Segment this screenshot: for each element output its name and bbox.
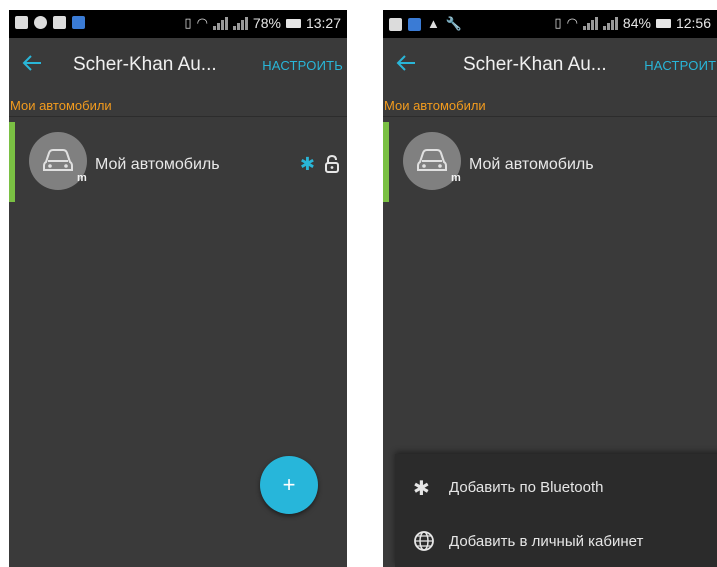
car-avatar: m (29, 132, 87, 190)
signal-icon (212, 16, 228, 30)
battery-icon (285, 18, 301, 28)
battery-level: 78% (252, 15, 281, 31)
car-name: Мой автомобиль (95, 156, 220, 173)
add-car-sheet: ✱ Добавить по Bluetooth Добавить в личны… (395, 454, 717, 567)
active-indicator (9, 122, 15, 202)
unlock-icon (323, 154, 341, 179)
clock: 12:56 (675, 15, 711, 31)
app-icon (408, 17, 421, 31)
image-icon (53, 16, 66, 29)
car-list-item[interactable]: m Мой автомобиль (383, 122, 717, 202)
bluetooth-icon: ✱ (299, 154, 315, 174)
clock: 13:27 (305, 15, 341, 31)
app-title: Scher-Khan Au... (463, 54, 607, 75)
app-notification-icon (15, 16, 28, 29)
add-to-account-option[interactable]: Добавить в личный кабинет (395, 518, 717, 566)
vibrate-icon: ▯ (184, 15, 192, 30)
app-bar: Scher-Khan Au... НАСТРОИТЬ (383, 38, 717, 94)
add-by-bluetooth-option[interactable]: ✱ Добавить по Bluetooth (395, 464, 717, 512)
signal-icon (232, 16, 248, 30)
add-car-button[interactable]: + (260, 456, 318, 514)
avatar-badge: m (77, 172, 87, 184)
app-title: Scher-Khan Au... (73, 54, 217, 75)
globe-icon (413, 530, 435, 558)
section-header: Мои автомобили (9, 96, 347, 117)
sync-icon (34, 16, 47, 29)
car-name: Мой автомобиль (469, 156, 594, 173)
back-arrow-icon[interactable] (21, 52, 49, 80)
image-icon (389, 17, 402, 31)
battery-level: 84% (622, 15, 651, 31)
section-header: Мои автомобили (383, 96, 717, 117)
battery-icon (655, 18, 671, 28)
signal-icon (582, 16, 598, 30)
back-arrow-icon[interactable] (395, 52, 423, 80)
app-bar: Scher-Khan Au... НАСТРОИТЬ (9, 38, 347, 94)
option-label: Добавить в личный кабинет (449, 533, 644, 550)
warning-icon: ▲ (427, 16, 440, 31)
wifi-icon: ◠ (196, 15, 208, 30)
car-list-item[interactable]: m Мой автомобиль ✱ (9, 122, 347, 202)
car-avatar: m (403, 132, 461, 190)
car-icon (417, 149, 447, 171)
configure-button[interactable]: НАСТРОИТЬ (262, 58, 343, 73)
configure-button[interactable]: НАСТРОИТЬ (644, 58, 717, 73)
bluetooth-icon: ✱ (413, 478, 430, 500)
car-icon (43, 149, 73, 171)
status-bar: ▯ ◠ 78% 13:27 (9, 10, 347, 38)
signal-icon (602, 16, 618, 30)
status-bar: ▲ 🔧 ▯ ◠ 84% 12:56 (383, 10, 717, 38)
option-label: Добавить по Bluetooth (449, 479, 604, 496)
wifi-icon: ◠ (566, 15, 578, 30)
active-indicator (383, 122, 389, 202)
avatar-badge: m (451, 172, 461, 184)
app-icon (72, 16, 85, 29)
phone-screen-right: ▲ 🔧 ▯ ◠ 84% 12:56 Scher-Khan Au... НАСТР… (383, 10, 717, 567)
wrench-icon: 🔧 (445, 16, 463, 31)
phone-screen-left: ▯ ◠ 78% 13:27 Scher-Khan Au... НАСТРОИТЬ… (9, 10, 347, 567)
vibrate-icon: ▯ (554, 15, 562, 30)
